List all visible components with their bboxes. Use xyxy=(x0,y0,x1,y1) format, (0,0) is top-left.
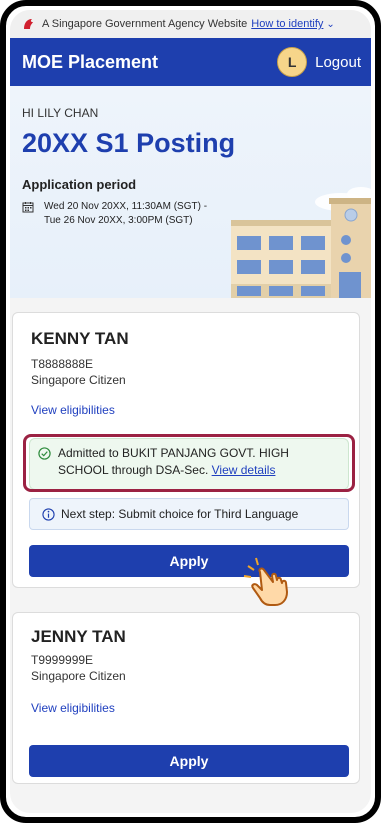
student-name: JENNY TAN xyxy=(31,627,126,646)
lion-head-icon xyxy=(24,19,33,29)
hand-pointer-icon xyxy=(243,557,288,606)
gov-masthead-text: A Singapore Government Agency Website xyxy=(42,18,248,30)
student-id: T9999999E xyxy=(31,653,94,667)
check-circle-icon xyxy=(38,447,51,460)
student-card-kenny: KENNY TAN T8888888E Singapore Citizen Vi… xyxy=(12,312,360,588)
school-building-illustration xyxy=(231,187,371,298)
student-id: T8888888E xyxy=(31,357,94,371)
view-eligibilities-link[interactable]: View eligibilities xyxy=(31,701,115,715)
apply-button[interactable]: Apply xyxy=(29,745,349,777)
admission-notice: Admitted to BUKIT PANJANG GOVT. HIGH SCH… xyxy=(29,438,349,490)
how-to-identify-link[interactable]: How to identify xyxy=(251,18,323,30)
gov-masthead: A Singapore Government Agency Website Ho… xyxy=(10,10,371,38)
calendar-icon xyxy=(22,202,34,213)
view-details-link[interactable]: View details xyxy=(212,463,276,477)
page-title: 20XX S1 Posting xyxy=(22,128,236,158)
period-start: Wed 20 Nov 20XX, 11:30AM (SGT) - xyxy=(44,201,208,212)
next-step-text: Next step: Submit choice for Third Langu… xyxy=(61,507,299,521)
next-step-notice: Next step: Submit choice for Third Langu… xyxy=(29,498,349,530)
header-user-area: L Logout xyxy=(277,47,361,77)
period-end: Tue 26 Nov 20XX, 3:00PM (SGT) xyxy=(44,215,193,226)
hero-banner: HI LILY CHAN 20XX S1 Posting Application… xyxy=(10,86,371,298)
info-icon xyxy=(42,507,55,521)
avatar[interactable]: L xyxy=(277,47,308,77)
app-title: MOE Placement xyxy=(22,51,159,72)
student-citizenship: Singapore Citizen xyxy=(31,373,126,387)
greeting: HI LILY CHAN xyxy=(22,106,99,120)
app-header: MOE Placement L Logout xyxy=(10,38,371,86)
student-citizenship: Singapore Citizen xyxy=(31,669,126,683)
student-name: KENNY TAN xyxy=(31,329,129,348)
logout-button[interactable]: Logout xyxy=(315,54,361,71)
student-card-jenny: JENNY TAN T9999999E Singapore Citizen Vi… xyxy=(12,612,360,784)
apply-button[interactable]: Apply xyxy=(29,545,349,577)
view-eligibilities-link[interactable]: View eligibilities xyxy=(31,403,115,417)
chevron-down-icon[interactable]: ⌄ xyxy=(326,19,334,30)
